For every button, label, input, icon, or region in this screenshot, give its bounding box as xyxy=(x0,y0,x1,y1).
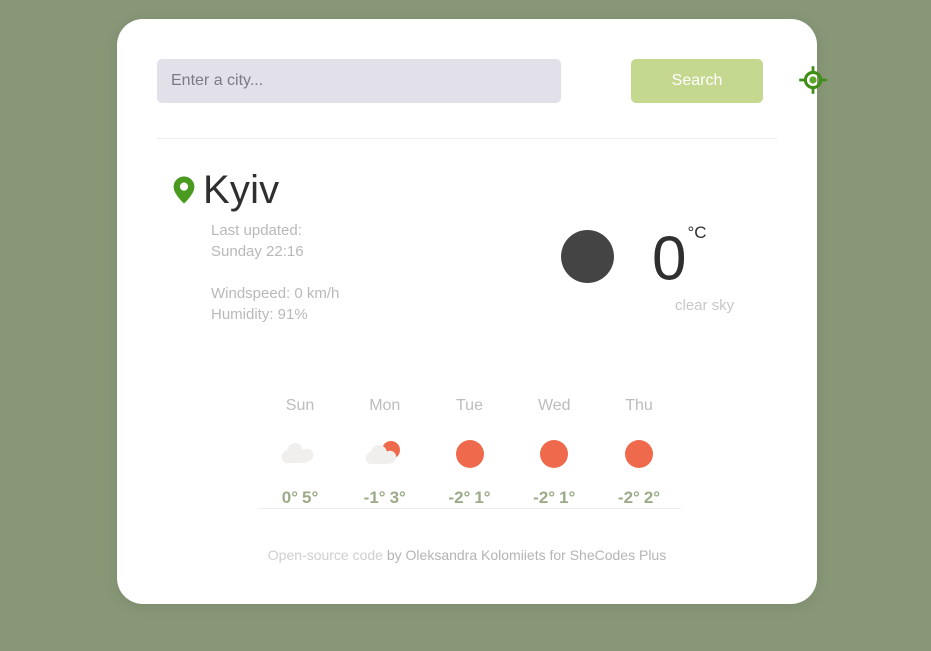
header-divider xyxy=(157,138,777,139)
clear-sky-night-icon xyxy=(561,229,614,283)
weather-meta: Last updated: Sunday 22:16 Windspeed: 0 … xyxy=(211,220,471,325)
forecast-temp-max: 0° xyxy=(281,488,298,507)
weather-description: clear sky xyxy=(675,296,735,314)
temperature-reading: 0°C xyxy=(652,222,707,294)
forecast-temps: -2° 1° xyxy=(428,488,512,508)
cloud-icon xyxy=(258,434,342,474)
forecast-day-label: Mon xyxy=(369,397,401,414)
forecast-temp-min: 1° xyxy=(474,488,491,507)
forecast-day: Sun 0° 5° xyxy=(258,397,342,508)
forecast-temps: -1° 3° xyxy=(343,488,427,508)
forecast-day-label: Thu xyxy=(625,397,653,414)
forecast-temp-min: 1° xyxy=(559,488,576,507)
forecast-day: Wed -2° 1° xyxy=(512,397,596,508)
forecast-temps: -2° 1° xyxy=(512,488,596,508)
sun-icon xyxy=(597,434,681,474)
windspeed-value: Windspeed: 0 km/h xyxy=(211,285,340,302)
forecast-temp-max: -2° xyxy=(533,488,556,507)
forecast-day: Thu -2° 2° xyxy=(597,397,681,508)
last-updated-value: Sunday 22:16 xyxy=(211,243,304,260)
weather-app-card: Search xyxy=(117,19,827,604)
forecast-temps: -2° 2° xyxy=(597,488,681,508)
temperature-row: 0°C xyxy=(537,222,777,291)
footer-attribution: by Oleksandra Kolomiiets for SheCodes Pl… xyxy=(382,547,667,563)
current-weather-section: Kyiv Last updated: Sunday 22:16 Windspee… xyxy=(117,164,817,359)
forecast-temp-max: -1° xyxy=(363,488,386,507)
forecast-temp-min: 5° xyxy=(302,488,319,507)
sun-icon xyxy=(428,434,512,474)
search-row: Search xyxy=(157,59,827,103)
geolocation-button[interactable] xyxy=(791,59,835,103)
sun-icon xyxy=(512,434,596,474)
search-button[interactable]: Search xyxy=(631,59,763,103)
forecast-divider xyxy=(258,508,681,509)
forecast-day-label: Wed xyxy=(537,397,571,414)
map-pin-icon xyxy=(171,175,197,205)
footer: Open-source code by Oleksandra Kolomiiet… xyxy=(117,547,817,563)
forecast-day: Mon -1° 3° xyxy=(343,397,427,508)
forecast-temp-max: -2° xyxy=(448,488,471,507)
temperature-value: 0 xyxy=(652,224,687,294)
meta-spacer xyxy=(211,262,471,283)
forecast-row: Sun 0° 5° Mon -1° 3° Tue -2° 1° Wed -2° … xyxy=(258,397,681,508)
forecast-day-label: Sun xyxy=(285,397,315,414)
open-source-link[interactable]: Open-source code xyxy=(268,547,383,563)
forecast-temp-max: -2° xyxy=(617,488,640,507)
forecast-temp-min: 3° xyxy=(389,488,406,507)
search-input[interactable] xyxy=(157,59,561,103)
temperature-unit: °C xyxy=(687,223,707,242)
sun-behind-cloud-icon xyxy=(343,434,427,474)
current-weather-details: Kyiv Last updated: Sunday 22:16 Windspee… xyxy=(171,164,471,325)
city-line: Kyiv xyxy=(171,164,471,216)
forecast-day: Tue -2° 1° xyxy=(428,397,512,508)
last-updated-label: Last updated: xyxy=(211,222,302,239)
humidity-value: Humidity: 91% xyxy=(211,306,308,323)
forecast-temp-min: 2° xyxy=(643,488,661,507)
current-temperature-block: 0°C clear sky xyxy=(537,222,777,342)
forecast-day-label: Tue xyxy=(456,397,483,414)
forecast-temps: 0° 5° xyxy=(258,488,342,508)
gps-target-icon xyxy=(798,65,828,98)
city-name: Kyiv xyxy=(203,168,280,212)
